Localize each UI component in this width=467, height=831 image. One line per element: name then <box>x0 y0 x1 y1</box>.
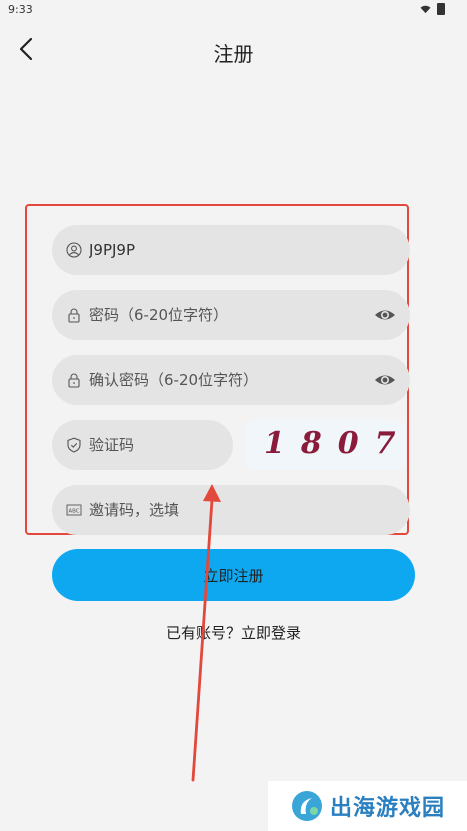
app-header: 注册 <box>0 28 467 72</box>
invite-code-input[interactable] <box>87 500 410 520</box>
status-time: 9:33 <box>8 3 33 16</box>
invite-code-field[interactable]: ABC <box>52 485 410 535</box>
captcha-text: 1807 <box>264 426 406 461</box>
verification-code-field[interactable] <box>52 420 233 470</box>
shield-icon <box>67 437 81 453</box>
wifi-icon <box>420 5 431 13</box>
watermark: 出海游戏园 <box>268 781 467 831</box>
eye-icon[interactable] <box>374 370 396 390</box>
username-field[interactable] <box>52 225 410 275</box>
register-button[interactable]: 立即注册 <box>52 549 415 601</box>
captcha-image[interactable]: 1807 <box>246 420 406 470</box>
page-title: 注册 <box>213 42 254 66</box>
password-field[interactable] <box>52 290 410 340</box>
user-icon <box>66 242 82 258</box>
status-icons <box>420 3 445 15</box>
password-input[interactable] <box>87 305 410 325</box>
login-link[interactable]: 已有账号？立即登录 <box>0 622 467 643</box>
confirm-password-input[interactable] <box>87 370 410 390</box>
lock-icon <box>68 373 80 388</box>
eye-icon[interactable] <box>374 305 396 325</box>
lock-icon <box>68 308 80 323</box>
abc-icon: ABC <box>66 504 82 516</box>
svg-text:ABC: ABC <box>68 509 79 515</box>
logo-icon <box>292 791 322 821</box>
watermark-text: 出海游戏园 <box>330 796 446 821</box>
verification-code-input[interactable] <box>87 435 233 455</box>
username-input[interactable] <box>87 240 410 260</box>
confirm-password-field[interactable] <box>52 355 410 405</box>
status-bar: 9:33 <box>0 0 467 22</box>
battery-icon <box>437 3 445 15</box>
